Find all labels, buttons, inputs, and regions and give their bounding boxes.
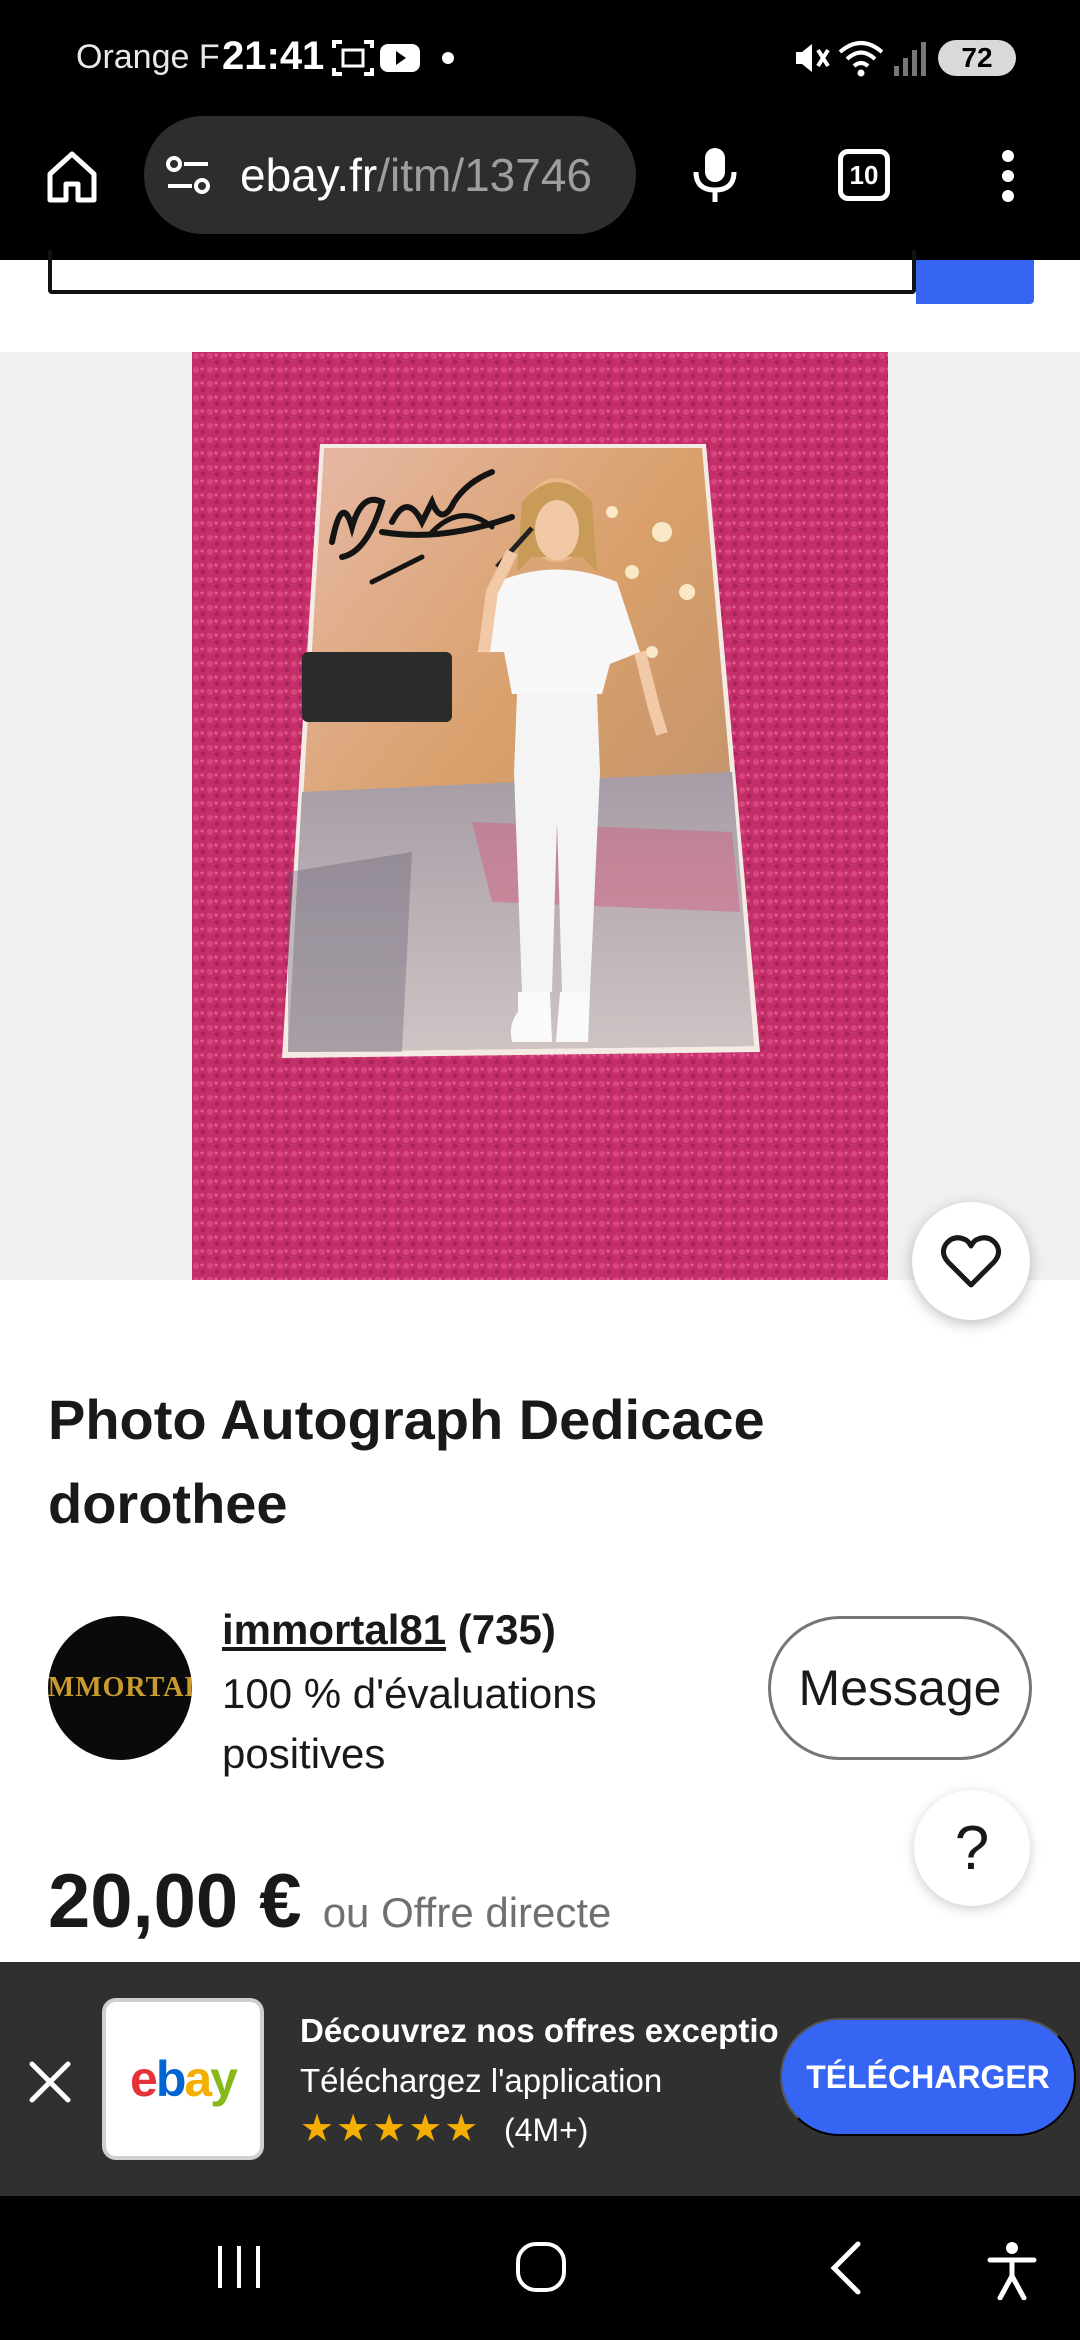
screen: Orange F 21:41 72 ebay.fr/itm/13746 10 P… xyxy=(0,0,1080,2340)
seller-positive-feedback: 100 % d'évaluations positives xyxy=(222,1670,597,1777)
add-to-watchlist-button[interactable] xyxy=(912,1202,1030,1320)
seller-feedback-count: (735) xyxy=(457,1606,556,1653)
clock: 21:41 xyxy=(222,34,325,78)
url-text: ebay.fr/itm/13746 xyxy=(240,148,592,202)
product-image[interactable] xyxy=(192,352,888,1280)
accessibility-icon[interactable] xyxy=(986,2240,1038,2300)
url-path: /itm/13746 xyxy=(377,149,593,201)
banner-title: Découvrez nos offres exceptio... xyxy=(300,2012,780,2049)
best-offer-label: ou Offre directe xyxy=(322,1889,612,1936)
search-button[interactable] xyxy=(916,260,1034,304)
tabs-icon[interactable]: 10 xyxy=(838,149,890,201)
app-install-banner: ebay Découvrez nos offres exceptio... Té… xyxy=(0,1962,1080,2196)
site-settings-icon[interactable] xyxy=(164,152,214,198)
price-row: 20,00 € ou Offre directe xyxy=(48,1858,611,1945)
url-host: ebay.fr xyxy=(240,149,378,201)
recent-apps-icon[interactable] xyxy=(214,2242,264,2292)
message-seller-button[interactable]: Message xyxy=(768,1616,1032,1760)
back-icon[interactable] xyxy=(826,2240,866,2296)
listing-title: Photo Autograph Dedicace dorothee xyxy=(48,1388,765,1535)
rating-stars: ★★★★★ xyxy=(300,2108,481,2150)
seller-info: immortal81 (735) xyxy=(222,1606,556,1654)
download-app-button[interactable]: TÉLÉCHARGER xyxy=(780,2018,1076,2136)
seller-name-link[interactable]: immortal81 xyxy=(222,1606,446,1653)
seller-avatar[interactable]: IMMORTAL xyxy=(48,1616,192,1760)
logo-letter: b xyxy=(155,2051,187,2107)
notification-dot xyxy=(442,52,454,64)
help-button[interactable]: ? xyxy=(914,1790,1030,1906)
logo-letter: a xyxy=(184,2051,212,2107)
battery-indicator: 72 xyxy=(938,40,1016,76)
browser-toolbar: ebay.fr/itm/13746 10 xyxy=(0,116,1080,260)
seller-avatar-text: IMMORTAL xyxy=(48,1672,192,1703)
mute-icon xyxy=(796,44,830,72)
system-navigation-bar xyxy=(0,2196,1080,2340)
search-input[interactable] xyxy=(48,250,916,294)
close-icon[interactable] xyxy=(22,2054,78,2110)
signal-icon xyxy=(894,42,926,76)
microphone-icon[interactable] xyxy=(688,144,742,206)
screenshot-icon xyxy=(332,40,374,76)
more-menu-icon[interactable] xyxy=(996,148,1020,204)
logo-letter: e xyxy=(130,2051,158,2107)
rating-count: (4M+) xyxy=(504,2112,589,2148)
banner-subtitle: Téléchargez l'application xyxy=(300,2062,663,2099)
search-area xyxy=(0,250,1080,352)
heart-icon xyxy=(940,1235,1002,1288)
price: 20,00 € xyxy=(48,1859,302,1944)
ebay-app-logo: ebay xyxy=(102,1998,264,2160)
youtube-icon xyxy=(380,44,420,72)
address-bar[interactable]: ebay.fr/itm/13746 xyxy=(144,116,636,234)
home-nav-icon[interactable] xyxy=(514,2240,568,2294)
wifi-icon xyxy=(838,41,884,77)
product-gallery[interactable] xyxy=(0,352,1080,1280)
status-bar: Orange F 21:41 72 xyxy=(0,0,1080,116)
home-icon[interactable] xyxy=(42,146,102,206)
carrier-label: Orange F xyxy=(76,38,220,76)
logo-letter: y xyxy=(210,2051,238,2107)
